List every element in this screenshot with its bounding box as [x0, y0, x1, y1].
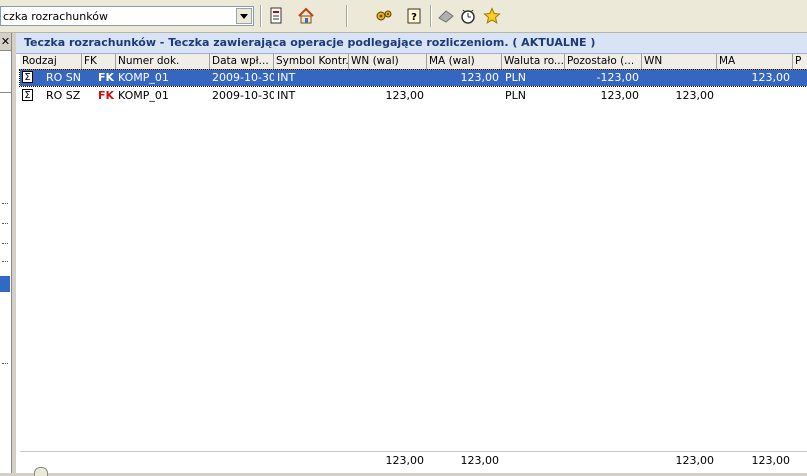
navigator-divider: [0, 92, 11, 93]
total-ma: 123,00: [751, 454, 791, 467]
tree-item[interactable]: [2, 241, 8, 244]
column-header-data[interactable]: Data wpł...: [210, 54, 274, 69]
column-header-pozostalo[interactable]: Pozostało (...: [565, 54, 642, 69]
tools-icon[interactable]: [374, 6, 394, 26]
cell-waluta: PLN: [505, 71, 526, 84]
home-icon[interactable]: [296, 6, 316, 26]
cell-fk: FK: [98, 89, 115, 102]
clock-icon[interactable]: [458, 6, 478, 26]
cell-pozostalo: -123,00: [596, 71, 639, 84]
settlement-folder-window: Teczka rozrachunków - Teczka zawierająca…: [16, 33, 807, 476]
eraser-icon[interactable]: [436, 6, 456, 26]
navigator-panel: ✕: [0, 33, 12, 473]
sigma-icon: Σ: [22, 71, 33, 83]
cell-fk: FK: [98, 71, 115, 84]
column-header-symbol[interactable]: Symbol Kontr.: [274, 54, 349, 69]
column-header-fk[interactable]: FK: [82, 54, 116, 69]
column-header-numer[interactable]: Numer dok.: [116, 54, 210, 69]
cell-symbol: INT: [277, 71, 296, 84]
total-ma-wal: 123,00: [460, 454, 500, 467]
column-header-ma-wal[interactable]: MA (wal): [427, 54, 502, 69]
cell-rodzaj: RO SN: [46, 71, 82, 84]
filter-icon[interactable]: [266, 6, 286, 26]
grid-header: Rodzaj FK Numer dok. Data wpł... Symbol …: [20, 54, 807, 70]
tree-item-selected[interactable]: [0, 276, 10, 292]
cell-numer: KOMP_01: [118, 71, 169, 84]
totals-row: 123,00 123,00 123,00 123,00: [20, 453, 807, 469]
tree-item[interactable]: [2, 201, 8, 204]
cell-symbol: INT: [277, 89, 296, 102]
cell-data: 2009-10-30: [212, 71, 274, 84]
toolbar: czka rozrachunków ?: [0, 0, 807, 33]
cell-wn: 123,00: [675, 89, 715, 102]
toolbar-separator: [430, 5, 432, 27]
cell-wn-wal: 123,00: [385, 89, 425, 102]
cell-ma-wal: [427, 88, 502, 104]
cell-ma: 123,00: [751, 71, 791, 84]
table-row[interactable]: Σ RO SZ FK KOMP_01 2009-10-30 INT 123,00…: [20, 88, 807, 104]
cell-numer: KOMP_01: [118, 89, 169, 102]
column-header-ma[interactable]: MA: [717, 54, 793, 69]
star-icon[interactable]: [482, 6, 502, 26]
close-icon[interactable]: ✕: [0, 33, 11, 51]
cell-ma-wal: 123,00: [460, 71, 500, 84]
tree-item[interactable]: [2, 259, 8, 262]
tree-item[interactable]: [2, 361, 8, 364]
tree-item[interactable]: [2, 221, 8, 224]
table-row[interactable]: Σ RO SN FK KOMP_01 2009-10-30 INT 123,00…: [19, 69, 807, 87]
toolbar-separator: [260, 5, 262, 27]
toolbar-separator: [346, 5, 348, 27]
cell-wn-wal: [349, 70, 427, 86]
chevron-down-icon[interactable]: [236, 8, 252, 24]
scroll-tab[interactable]: [34, 467, 48, 476]
panel-header: Teczka rozrachunków - Teczka zawierająca…: [16, 33, 807, 54]
column-header-wn-wal[interactable]: WN (wal): [349, 54, 427, 69]
cell-data: 2009-10-30: [212, 89, 274, 102]
cell-ma: [717, 88, 793, 104]
column-header-p[interactable]: P: [793, 54, 807, 69]
panel-title: Teczka rozrachunków - Teczka zawierająca…: [24, 36, 596, 49]
cell-rodzaj: RO SZ: [46, 89, 81, 102]
svg-text:?: ?: [411, 12, 417, 23]
column-header-rodzaj[interactable]: Rodzaj: [20, 54, 82, 69]
cell-waluta: PLN: [505, 89, 526, 102]
folder-select[interactable]: czka rozrachunków: [0, 6, 254, 26]
cell-pozostalo: 123,00: [600, 89, 640, 102]
column-header-waluta[interactable]: Waluta ro...: [502, 54, 565, 69]
total-wn-wal: 123,00: [385, 454, 425, 467]
sigma-icon: Σ: [22, 89, 33, 101]
column-header-wn[interactable]: WN: [642, 54, 717, 69]
footer-divider: [20, 451, 807, 452]
cell-wn: [642, 70, 717, 86]
help-icon[interactable]: ?: [404, 6, 424, 26]
folder-select-value: czka rozrachunków: [3, 10, 108, 23]
total-wn: 123,00: [675, 454, 715, 467]
